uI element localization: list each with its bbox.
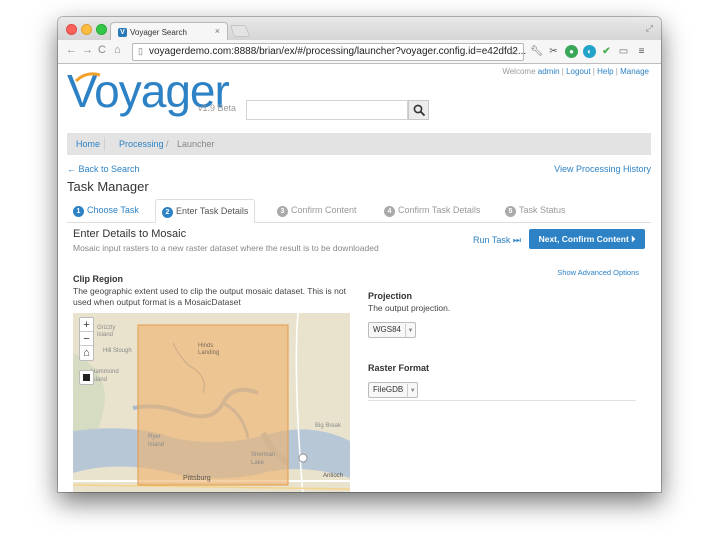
next-confirm-content-button[interactable]: Next, Confirm Content ⏵ bbox=[529, 229, 645, 249]
user-link[interactable]: admin bbox=[538, 67, 560, 76]
options-divider bbox=[368, 400, 636, 401]
manage-link[interactable]: Manage bbox=[620, 67, 649, 76]
draw-rectangle-button[interactable] bbox=[79, 370, 94, 385]
map-label-grizzly: Grizzly Island bbox=[97, 325, 116, 338]
map-label-pittsburg: Pittsburg bbox=[183, 475, 211, 482]
forward-arrow-icon[interactable]: → bbox=[82, 44, 93, 56]
address-bar[interactable]: ▯ voyagerdemo.com:8888/brian/ex/#/proces… bbox=[132, 43, 527, 61]
breadcrumb-processing[interactable]: Processing bbox=[119, 139, 164, 149]
step-enter-task-details[interactable]: 2 Enter Task Details bbox=[155, 199, 256, 223]
square-icon bbox=[83, 374, 90, 381]
breadcrumb-divider bbox=[104, 137, 105, 151]
raster-format-select[interactable]: FileGDB ▼ bbox=[368, 382, 419, 398]
breadcrumb: Home Processing / Launcher bbox=[67, 133, 651, 155]
map-label-hinds-landing: Hinds Landing bbox=[198, 343, 220, 356]
raster-format-label: Raster Format bbox=[368, 363, 430, 373]
window-maximize-button[interactable] bbox=[96, 24, 107, 35]
back-arrow-icon[interactable]: ← bbox=[66, 44, 77, 56]
projection-label: Projection bbox=[368, 291, 413, 301]
title-bar: V Voyager Search × ⤢ bbox=[58, 17, 661, 41]
map-label-antioch: Antioch bbox=[323, 473, 344, 479]
breadcrumb-separator: / bbox=[166, 139, 169, 149]
cast-icon[interactable]: ▭ bbox=[617, 45, 630, 58]
section-description: Mosaic input rasters to a new raster dat… bbox=[73, 243, 379, 253]
search-icon bbox=[413, 104, 426, 117]
map-label-hammond-island: Hammond Island bbox=[91, 369, 119, 383]
search-button[interactable] bbox=[408, 100, 429, 120]
checkmark-icon[interactable]: ✔ bbox=[600, 45, 613, 58]
logo-swoosh-icon bbox=[74, 72, 101, 83]
window-minimize-button[interactable] bbox=[81, 24, 92, 35]
map-label-sherman-lake: Sherman Lake bbox=[251, 452, 276, 466]
step-confirm-task-details[interactable]: 4 Confirm Task Details bbox=[378, 199, 486, 223]
zoom-in-button[interactable]: + bbox=[80, 318, 93, 332]
page-title: Task Manager bbox=[67, 179, 149, 194]
run-task-button[interactable]: Run Task ⏭ bbox=[473, 235, 521, 246]
map-zoom-control: + − ⌂ bbox=[79, 317, 94, 361]
scissors-icon[interactable]: ✂ bbox=[547, 45, 560, 58]
voyager-favicon-icon: V bbox=[118, 28, 127, 37]
tab-title: Voyager Search bbox=[130, 28, 187, 37]
map-label-big-break: Big Break bbox=[315, 423, 342, 429]
zoom-out-button[interactable]: − bbox=[80, 332, 93, 346]
chevron-down-icon: ▼ bbox=[407, 384, 417, 398]
browser-window: V Voyager Search × ⤢ ← → C ⌂ ▯ voyagerde… bbox=[58, 17, 661, 492]
view-processing-history-link[interactable]: View Processing History bbox=[554, 164, 651, 174]
show-advanced-options-link[interactable]: Show Advanced Options bbox=[557, 268, 639, 277]
clip-region-map[interactable]: Grizzly Island Hill Slough Hinds Landing… bbox=[73, 313, 350, 492]
breadcrumb-home[interactable]: Home bbox=[76, 139, 100, 149]
search-input[interactable] bbox=[246, 100, 408, 120]
tab-close-icon[interactable]: × bbox=[215, 26, 220, 36]
page-icon: ▯ bbox=[138, 46, 143, 56]
blue-extension-icon[interactable]: ◐ bbox=[583, 45, 596, 58]
step-confirm-content[interactable]: 3 Confirm Content bbox=[271, 199, 363, 223]
chevron-down-icon: ▼ bbox=[405, 324, 415, 338]
browser-tab[interactable]: V Voyager Search × bbox=[110, 22, 228, 41]
url-text: voyagerdemo.com:8888/brian/ex/#/processi… bbox=[149, 46, 527, 57]
wizard-steps: 1 Choose Task 2 Enter Task Details 3 Confir… bbox=[67, 199, 651, 223]
logout-link[interactable]: Logout bbox=[566, 67, 590, 76]
browser-toolbar: ← → C ⌂ ▯ voyagerdemo.com:8888/brian/ex/… bbox=[58, 40, 661, 64]
section-title: Enter Details to Mosaic bbox=[73, 228, 187, 240]
help-link[interactable]: Help bbox=[597, 67, 613, 76]
fullscreen-icon[interactable]: ⤢ bbox=[646, 23, 653, 34]
projection-description: The output projection. bbox=[368, 303, 451, 313]
window-close-button[interactable] bbox=[66, 24, 77, 35]
map-label-hill-slough: Hill Slough bbox=[103, 348, 132, 354]
menu-icon[interactable]: ≡ bbox=[635, 45, 648, 58]
wrench-icon[interactable]: 🔧︎ bbox=[530, 45, 543, 58]
projection-select[interactable]: WGS84 ▼ bbox=[368, 322, 417, 338]
green-extension-icon[interactable]: ● bbox=[565, 45, 578, 58]
reload-icon[interactable]: C bbox=[98, 44, 106, 56]
version-label: v1.9 Beta bbox=[198, 103, 237, 113]
map-label-ryer-island: Ryer Island bbox=[148, 434, 165, 448]
back-to-search-link[interactable]: ← Back to Search bbox=[67, 164, 140, 174]
map-home-button[interactable]: ⌂ bbox=[80, 346, 93, 360]
home-icon[interactable]: ⌂ bbox=[114, 44, 121, 56]
options-panel: Projection The output projection. WGS84 ▼… bbox=[368, 291, 636, 398]
clip-region-label: Clip Region bbox=[73, 274, 123, 284]
map-canvas bbox=[73, 313, 350, 492]
user-links: Welcome admin | Logout | Help | Manage bbox=[502, 67, 649, 76]
step-task-status[interactable]: 5 Task Status bbox=[499, 199, 572, 223]
breadcrumb-launcher: Launcher bbox=[177, 139, 215, 149]
bookmark-star-icon[interactable]: ☆ bbox=[509, 45, 519, 58]
step-choose-task[interactable]: 1 Choose Task bbox=[67, 199, 145, 223]
new-tab-button[interactable] bbox=[229, 25, 251, 37]
clip-region-description: The geographic extent used to clip the o… bbox=[73, 286, 346, 307]
page-content: Voyager v1.9 Beta Welcome admin | Logout… bbox=[58, 65, 661, 492]
